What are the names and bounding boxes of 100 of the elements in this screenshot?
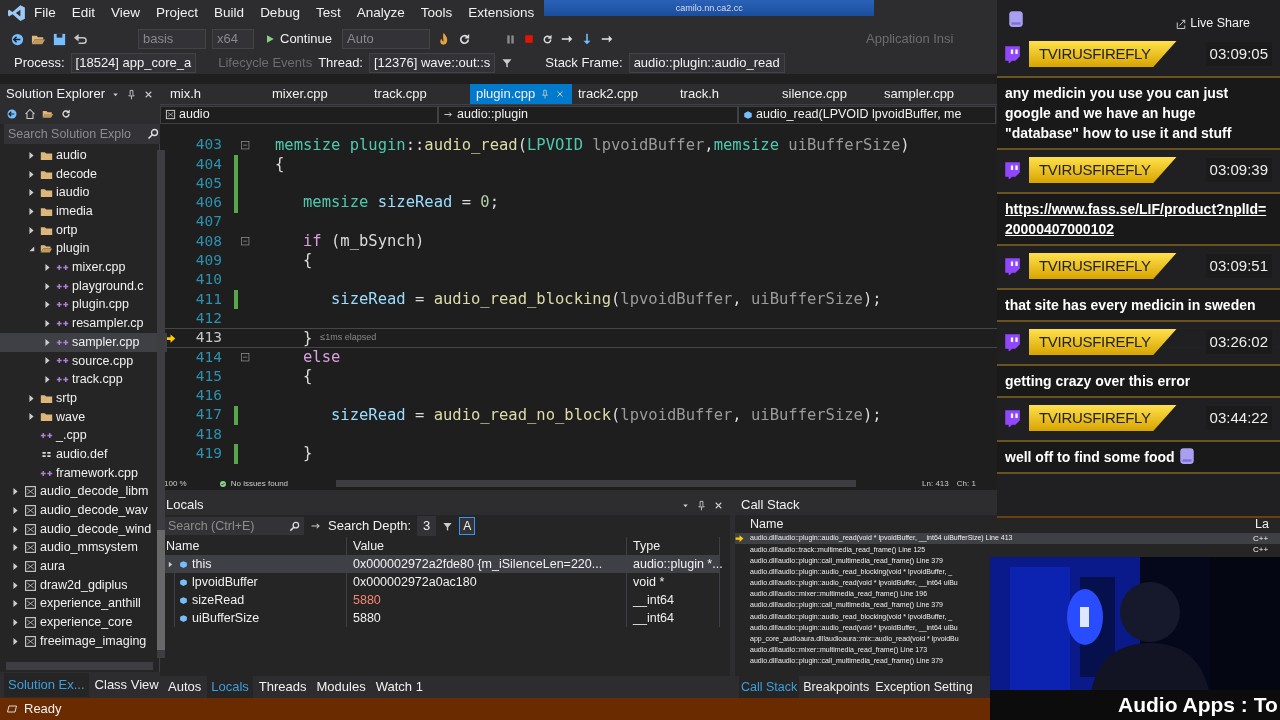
stop-icon[interactable] [523,33,536,45]
tree-item[interactable]: plugin [0,239,167,259]
stack-frame-dropdown[interactable]: audio::plugin::audio_read [628,53,785,73]
expand-icon[interactable] [10,523,21,535]
menu-item[interactable]: Build [206,3,253,23]
expand-icon[interactable] [42,299,53,311]
menu-item[interactable]: Analyze [348,3,413,23]
menu-item[interactable]: Debug [252,3,308,23]
menu-item[interactable]: Test [307,3,349,23]
thread-dropdown[interactable]: [12376] wave::out::s [369,53,496,73]
pin-icon[interactable] [126,88,137,100]
back-icon[interactable] [6,108,18,120]
tree-item[interactable]: track.cpp [0,370,167,389]
platform-dropdown[interactable]: x64 [212,29,254,49]
editor-tab[interactable]: track.cpp [368,84,470,104]
panel-tab[interactable]: Modules [312,675,370,698]
pin-icon[interactable] [696,499,707,511]
live-share-button[interactable]: Live Share [1169,13,1256,34]
home-icon[interactable] [24,108,36,120]
tree-item[interactable]: srtp [0,388,167,408]
tree-item[interactable]: decode [0,164,167,184]
restart-icon[interactable] [541,32,555,46]
undo-icon[interactable] [73,31,88,47]
folder-icon[interactable] [42,108,54,120]
editor-tab[interactable]: sampler.cpp [878,84,980,104]
continue-button[interactable]: Continue [260,29,337,49]
panel-tab[interactable]: Locals [207,675,253,698]
editor-tab[interactable]: track2.cpp [572,84,674,104]
panel-tab[interactable]: Solution Ex... [4,673,89,697]
panel-tab[interactable]: Exception Setting [873,675,975,698]
tree-item[interactable]: ortp [0,220,167,240]
menu-item[interactable]: View [103,3,149,23]
expand-icon[interactable] [10,560,21,572]
project-dropdown[interactable]: audio [160,105,438,124]
filter-icon[interactable] [442,520,454,532]
expand-icon[interactable] [26,205,37,217]
expand-icon[interactable] [26,149,37,161]
menu-item[interactable]: Tools [412,3,461,23]
sync-icon[interactable] [60,108,72,120]
menu-item[interactable]: Project [148,3,207,23]
save-icon[interactable] [52,31,67,47]
expand-icon[interactable] [10,486,21,498]
filter-icon[interactable] [501,57,514,69]
tree-item[interactable]: playground.c [0,276,167,296]
member-dropdown[interactable]: audio_read(LPVOID lpvoidBuffer, me [738,105,996,124]
expand-icon[interactable] [10,617,21,629]
menu-item[interactable]: Edit [63,3,104,23]
tree-item[interactable]: sampler.cpp [0,332,167,352]
expand-icon[interactable] [10,635,21,647]
expand-icon[interactable] [10,579,21,591]
tree-item[interactable]: wave [0,407,167,427]
tree-item[interactable]: audio_decode_wav [0,501,167,520]
zoom-dropdown[interactable]: 100 % [164,477,187,490]
expand-icon[interactable] [10,504,21,516]
tree-item[interactable]: mixer.cpp [0,258,167,277]
expand-icon[interactable] [42,261,53,273]
search-field[interactable]: Search (Ctrl+E) [164,516,304,536]
expand-icon[interactable] [26,392,37,404]
expand-icon[interactable] [42,280,53,292]
expand-icon[interactable] [42,374,53,386]
expand-icon[interactable] [42,336,53,348]
editor-tab[interactable]: track.h [674,84,776,104]
process-dropdown[interactable]: [18524] app_core_a [70,53,197,73]
panel-tab[interactable]: Watch 1 [371,675,427,698]
expand-icon[interactable] [10,542,21,554]
editor-tab[interactable]: mix.h [164,84,266,104]
tree-item[interactable]: plugin.cpp [0,295,167,315]
editor-tab[interactable]: silence.cpp [776,84,878,104]
expand-icon[interactable] [26,187,37,199]
case-toggle[interactable]: A [459,517,476,535]
tree-item[interactable]: iaudio [0,183,167,203]
expand-icon[interactable] [26,411,37,423]
panel-tab[interactable]: Threads [254,675,311,698]
panel-tab[interactable]: Class View [90,673,163,697]
tree-item[interactable]: audio [0,146,167,165]
configuration-dropdown[interactable]: basis [138,29,206,49]
back-icon[interactable] [10,31,25,47]
tree-item[interactable]: resampler.cp [0,314,167,333]
tree-item[interactable]: audio.def [0,445,167,464]
expand-icon[interactable] [42,355,53,367]
tree-item[interactable]: imedia [0,202,167,221]
expand-icon[interactable] [42,318,53,330]
search-field[interactable]: Search Solution Explo [4,124,163,144]
expand-icon[interactable] [26,224,37,236]
panel-tab[interactable]: Breakpoints [801,675,872,698]
depth-dropdown[interactable]: 3 [417,516,437,536]
expand-icon[interactable] [10,598,21,610]
panel-tab[interactable]: Call Stack [739,675,800,698]
scope-dropdown[interactable]: audio::plugin [438,105,738,124]
tree-item[interactable]: audio_decode_wind [0,519,167,539]
menu-item[interactable]: File [26,3,64,23]
target-dropdown[interactable]: Auto [342,29,431,49]
tree-item[interactable]: _.cpp [0,426,167,445]
issues-indicator[interactable]: No issues found [218,477,289,490]
expand-icon[interactable] [26,168,37,180]
tree-item[interactable]: freeimage_imaging [0,631,167,651]
menu-item[interactable]: Extensions [460,3,543,23]
panel-tab[interactable]: Autos [164,675,206,698]
tree-item[interactable]: source.cpp [0,351,167,371]
editor-tab[interactable]: mixer.cpp [266,84,368,104]
